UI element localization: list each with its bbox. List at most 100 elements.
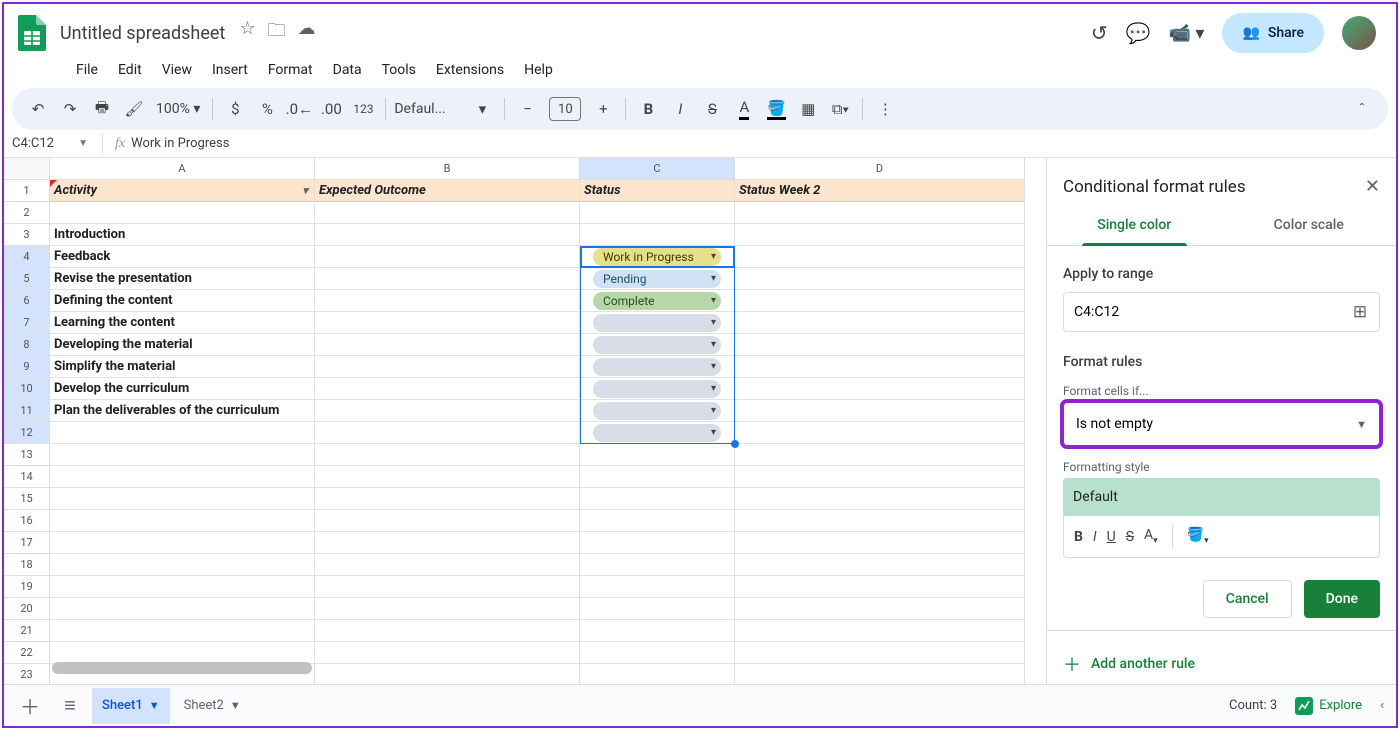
row-header[interactable]: 18 xyxy=(4,554,50,576)
cell[interactable] xyxy=(50,466,315,488)
cell[interactable] xyxy=(50,576,315,598)
sheet-tab-1[interactable]: Sheet1▼ xyxy=(92,688,170,724)
condition-select[interactable]: Is not empty ▼ xyxy=(1063,402,1380,446)
font-size-input[interactable]: 10 xyxy=(549,97,581,121)
status-chip[interactable]: Complete xyxy=(593,292,721,310)
cell[interactable] xyxy=(50,488,315,510)
cell[interactable] xyxy=(315,466,580,488)
row-header[interactable]: 14 xyxy=(4,466,50,488)
row-header[interactable]: 7 xyxy=(4,312,50,334)
undo-button[interactable]: ↶ xyxy=(24,95,52,123)
cell[interactable] xyxy=(50,422,315,444)
cell[interactable] xyxy=(315,642,580,664)
row-header[interactable]: 4 xyxy=(4,246,50,268)
cell[interactable] xyxy=(735,598,1025,620)
cell[interactable] xyxy=(315,554,580,576)
cell[interactable] xyxy=(735,488,1025,510)
status-chip[interactable] xyxy=(593,424,721,442)
cell[interactable]: Work in Progress xyxy=(580,246,735,268)
percent-button[interactable]: % xyxy=(253,95,281,123)
cell[interactable] xyxy=(315,422,580,444)
cell[interactable] xyxy=(735,510,1025,532)
borders-button[interactable]: ▦ xyxy=(794,95,822,123)
cell[interactable] xyxy=(580,642,735,664)
history-icon[interactable]: ↺ xyxy=(1091,21,1108,45)
collapse-toolbar-button[interactable]: ˆ xyxy=(1348,95,1376,123)
cell[interactable] xyxy=(315,246,580,268)
cell[interactable] xyxy=(315,268,580,290)
cloud-icon[interactable]: ☁ xyxy=(297,18,315,48)
cell[interactable]: Developing the material xyxy=(50,334,315,356)
select-all-corner[interactable] xyxy=(4,158,50,180)
decrease-decimal-button[interactable]: .0← xyxy=(285,95,313,123)
cell[interactable] xyxy=(315,510,580,532)
style-italic-button[interactable]: I xyxy=(1093,529,1097,545)
redo-button[interactable]: ↷ xyxy=(56,95,84,123)
cell[interactable] xyxy=(735,268,1025,290)
cell[interactable] xyxy=(580,510,735,532)
cell[interactable] xyxy=(580,664,735,684)
row-header[interactable]: 19 xyxy=(4,576,50,598)
row-header[interactable]: 12 xyxy=(4,422,50,444)
row-header[interactable]: 20 xyxy=(4,598,50,620)
status-chip[interactable]: Work in Progress xyxy=(593,248,721,266)
row-header[interactable]: 15 xyxy=(4,488,50,510)
user-avatar[interactable] xyxy=(1342,16,1376,50)
menu-edit[interactable]: Edit xyxy=(110,58,150,82)
cell[interactable] xyxy=(315,378,580,400)
cell[interactable] xyxy=(580,444,735,466)
fill-handle[interactable] xyxy=(731,440,739,448)
row-header[interactable]: 2 xyxy=(4,202,50,224)
cell[interactable] xyxy=(735,202,1025,224)
add-rule-button[interactable]: ＋ Add another rule xyxy=(1063,645,1380,683)
cell[interactable] xyxy=(315,488,580,510)
cell[interactable] xyxy=(580,554,735,576)
cell[interactable] xyxy=(50,532,315,554)
sheet-tab-2[interactable]: Sheet2▼ xyxy=(174,688,251,724)
horizontal-scrollbar[interactable] xyxy=(52,662,312,674)
status-chip[interactable] xyxy=(593,358,721,376)
cell[interactable] xyxy=(580,532,735,554)
menu-tools[interactable]: Tools xyxy=(374,58,424,82)
style-bold-button[interactable]: B xyxy=(1074,529,1083,545)
cell[interactable] xyxy=(735,554,1025,576)
cell[interactable]: Status Week 2 xyxy=(735,180,1025,202)
range-input[interactable] xyxy=(1064,304,1341,320)
cell[interactable]: Pending xyxy=(580,268,735,290)
row-header[interactable]: 11 xyxy=(4,400,50,422)
cell[interactable] xyxy=(50,642,315,664)
row-header[interactable]: 17 xyxy=(4,532,50,554)
status-chip[interactable] xyxy=(593,380,721,398)
tab-color-scale[interactable]: Color scale xyxy=(1222,205,1397,245)
cell[interactable]: Revise the presentation xyxy=(50,268,315,290)
column-header-B[interactable]: B xyxy=(315,158,580,180)
cell[interactable] xyxy=(580,378,735,400)
cell[interactable] xyxy=(735,664,1025,684)
status-chip[interactable] xyxy=(593,402,721,420)
row-header[interactable]: 9 xyxy=(4,356,50,378)
cell[interactable] xyxy=(735,422,1025,444)
row-header[interactable]: 16 xyxy=(4,510,50,532)
row-header[interactable]: 22 xyxy=(4,642,50,664)
cell[interactable] xyxy=(50,554,315,576)
cell[interactable] xyxy=(735,290,1025,312)
cell[interactable] xyxy=(50,598,315,620)
increase-font-button[interactable]: + xyxy=(589,95,617,123)
comments-icon[interactable]: 💬 xyxy=(1126,21,1151,45)
cell[interactable] xyxy=(50,444,315,466)
row-header[interactable]: 23 xyxy=(4,664,50,684)
status-chip[interactable] xyxy=(593,314,721,332)
cell[interactable] xyxy=(735,378,1025,400)
row-header[interactable]: 1 xyxy=(4,180,50,202)
more-formats-button[interactable]: 123 xyxy=(349,95,377,123)
cell[interactable] xyxy=(735,246,1025,268)
print-button[interactable]: 🖶 xyxy=(88,95,116,123)
decrease-font-button[interactable]: − xyxy=(513,95,541,123)
cell[interactable] xyxy=(735,642,1025,664)
cell[interactable] xyxy=(580,422,735,444)
cell[interactable]: Develop the curriculum xyxy=(50,378,315,400)
menu-view[interactable]: View xyxy=(154,58,200,82)
menu-insert[interactable]: Insert xyxy=(204,58,256,82)
cell[interactable]: Learning the content xyxy=(50,312,315,334)
cell[interactable] xyxy=(735,444,1025,466)
